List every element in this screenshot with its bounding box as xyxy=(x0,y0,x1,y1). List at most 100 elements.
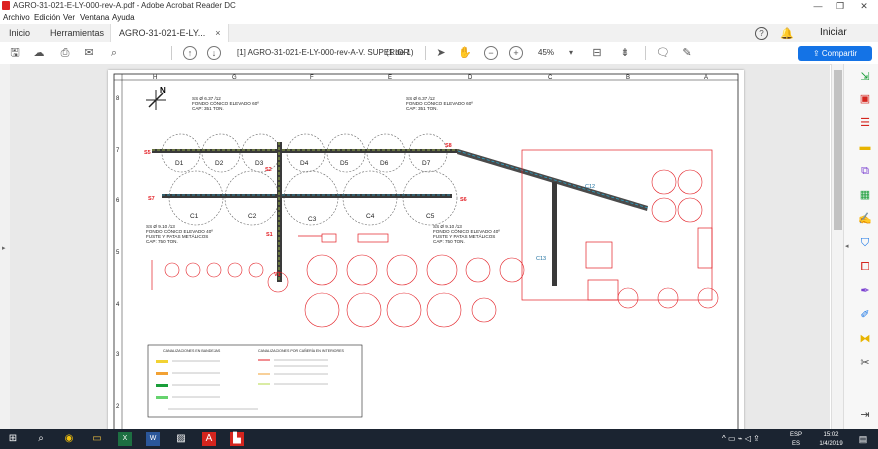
left-nav-pane[interactable]: ▸ xyxy=(0,64,10,429)
zoom-in-icon[interactable]: + xyxy=(509,46,523,60)
save-icon[interactable]: 🖫 xyxy=(8,46,22,60)
grid-letter: G xyxy=(232,75,237,81)
zoom-dropdown-icon[interactable]: ▾ xyxy=(564,46,578,60)
menu-archivo[interactable]: Archivo xyxy=(3,12,30,24)
grid-number: 6 xyxy=(116,198,120,204)
conveyor-lines xyxy=(152,142,649,286)
main-toolbar: 🖫 ☁ ⎙ ✉ ⌕ ↑ ↓ ➤ ✋ − + ▾ ⊟ ⇟ 🗨 ✎ xyxy=(0,42,878,65)
marker-label: S1 xyxy=(266,232,273,238)
silo-label: D6 xyxy=(380,160,389,167)
silo-label: C3 xyxy=(308,216,317,223)
toolbar-divider xyxy=(645,46,646,60)
redact-icon[interactable]: ⧠ xyxy=(858,260,872,274)
chrome-icon[interactable]: ◉ xyxy=(62,432,76,446)
silo-label: C4 xyxy=(366,213,375,220)
hand-tool-icon[interactable]: ✋ xyxy=(458,46,472,60)
excel-icon[interactable]: X xyxy=(118,432,132,446)
tab-home[interactable]: Inicio xyxy=(9,24,30,42)
silo-label: D5 xyxy=(340,160,349,167)
scroll-mode-icon[interactable]: ⇟ xyxy=(618,46,632,60)
tray-icons[interactable]: ^ ▭ ⌁ ◁ ⇪ xyxy=(722,434,760,444)
marker-label: C12 xyxy=(585,184,595,190)
tab-document[interactable]: AGRO-31-021-E-LY... × xyxy=(110,24,230,42)
close-window-button[interactable]: ✕ xyxy=(854,0,874,12)
fill-sign-icon[interactable]: ✍ xyxy=(858,212,872,226)
page-count: (1 de 1) xyxy=(386,48,414,57)
grid-number: 8 xyxy=(116,96,120,102)
document-title-field[interactable]: [1] AGRO-31-021-E-LY-000-rev-A-V. SUPERI… xyxy=(237,42,409,64)
zoom-out-icon[interactable]: − xyxy=(484,46,498,60)
tab-tools[interactable]: Herramientas xyxy=(50,24,104,42)
grid-letter: A xyxy=(704,75,708,81)
notifications-bell-icon[interactable]: 🔔 xyxy=(780,27,794,40)
print-icon[interactable]: ⎙ xyxy=(58,46,72,60)
expand-left-pane-icon[interactable]: ▸ xyxy=(2,244,6,252)
word-icon[interactable]: W xyxy=(146,432,160,446)
page-down-icon[interactable]: ↓ xyxy=(207,46,221,60)
sign-icon[interactable]: ✒ xyxy=(858,284,872,298)
acrobat-taskbar-icon[interactable]: A xyxy=(202,432,216,446)
menu-ayuda[interactable]: Ayuda xyxy=(112,12,135,24)
send-signature-icon[interactable]: ✐ xyxy=(858,308,872,322)
pen-sign-icon[interactable]: ✎ xyxy=(680,46,694,60)
scrollbar-thumb[interactable] xyxy=(834,70,842,230)
comment-icon[interactable]: 🗨 xyxy=(656,46,670,60)
marker-label: S6 xyxy=(460,197,467,203)
search-taskbar-icon[interactable]: ⌕ xyxy=(34,432,48,446)
collapse-panel-icon[interactable]: ◂ xyxy=(845,242,849,250)
grid-letter: D xyxy=(468,75,473,81)
silo-label: D7 xyxy=(422,160,431,167)
tab-close-icon[interactable]: × xyxy=(215,28,220,38)
comment-tool-icon[interactable]: ▬ xyxy=(858,140,872,154)
search-icon[interactable]: ⌕ xyxy=(107,46,121,60)
share-label: Compartir xyxy=(821,49,858,58)
marker-label: C13 xyxy=(536,256,546,262)
note-line: CAP: 351 TON. xyxy=(406,106,438,111)
edit-pdf-icon[interactable]: ☰ xyxy=(858,116,872,130)
grid-number: 3 xyxy=(116,352,120,358)
grid-letter: E xyxy=(388,75,392,81)
action-center-icon[interactable]: ▤ xyxy=(856,432,870,446)
protect-icon[interactable]: ⛉ xyxy=(858,236,872,250)
file-explorer-icon[interactable]: ▭ xyxy=(90,432,104,446)
marker-label: S7 xyxy=(148,196,155,202)
acrobat-app-icon xyxy=(2,1,10,10)
legend-table: CANALIZACIONES EN BANDEJAS CANALIZACIONE… xyxy=(147,344,363,418)
document-viewport[interactable]: H G F E D C B A 8 7 6 5 4 3 2 N SS Ø 6.3… xyxy=(10,64,830,429)
help-icon[interactable]: ? xyxy=(755,27,768,40)
pdf-taskbar-icon[interactable]: ▙ xyxy=(230,432,244,446)
combine-files-icon[interactable]: ⧉ xyxy=(858,164,872,178)
photos-icon[interactable]: ▨ xyxy=(174,432,188,446)
fit-page-icon[interactable]: ⊟ xyxy=(590,46,604,60)
menu-ventana[interactable]: Ventana xyxy=(80,12,109,24)
menu-ver[interactable]: Ver xyxy=(63,12,75,24)
share-button[interactable]: ⇪ Compartir xyxy=(798,46,872,61)
more-tools-icon[interactable]: ✂ xyxy=(858,356,872,370)
expand-panel-icon[interactable]: ⇥ xyxy=(858,408,872,422)
create-pdf-icon[interactable]: ▣ xyxy=(858,92,872,106)
page-up-icon[interactable]: ↑ xyxy=(183,46,197,60)
right-tools-panel: ◂ ⇲ ▣ ☰ ▬ ⧉ ▦ ✍ ⛉ ⧠ ✒ ✐ ⧓ ✂ ⇥ xyxy=(843,64,878,429)
organize-pages-icon[interactable]: ▦ xyxy=(858,188,872,202)
maximize-button[interactable]: ❐ xyxy=(830,0,850,12)
north-arrow-icon: N xyxy=(146,86,166,110)
silo-label: D2 xyxy=(215,160,224,167)
windows-start-icon[interactable]: ⊞ xyxy=(6,432,20,446)
grid-number: 2 xyxy=(116,404,120,410)
title-bar: AGRO-31-021-E-LY-000-rev-A.pdf - Adobe A… xyxy=(0,0,878,12)
silo-label: D3 xyxy=(255,160,264,167)
menu-edicion[interactable]: Edición xyxy=(34,12,60,24)
export-pdf-icon[interactable]: ⇲ xyxy=(858,70,872,84)
email-icon[interactable]: ✉ xyxy=(82,46,96,60)
grid-letter: C xyxy=(548,75,553,81)
minimize-button[interactable]: — xyxy=(808,0,828,12)
select-cursor-icon[interactable]: ➤ xyxy=(434,46,448,60)
grid-letter: H xyxy=(153,75,157,81)
silo-label: D1 xyxy=(175,160,184,167)
silo-label: C2 xyxy=(248,213,257,220)
taskbar-date[interactable]: 1/4/2019 xyxy=(814,439,848,449)
zoom-level-field[interactable]: 45% xyxy=(538,42,554,64)
upload-cloud-icon[interactable]: ☁ xyxy=(32,46,46,60)
grid-number: 7 xyxy=(116,148,120,154)
send-files-icon[interactable]: ⧓ xyxy=(858,332,872,346)
